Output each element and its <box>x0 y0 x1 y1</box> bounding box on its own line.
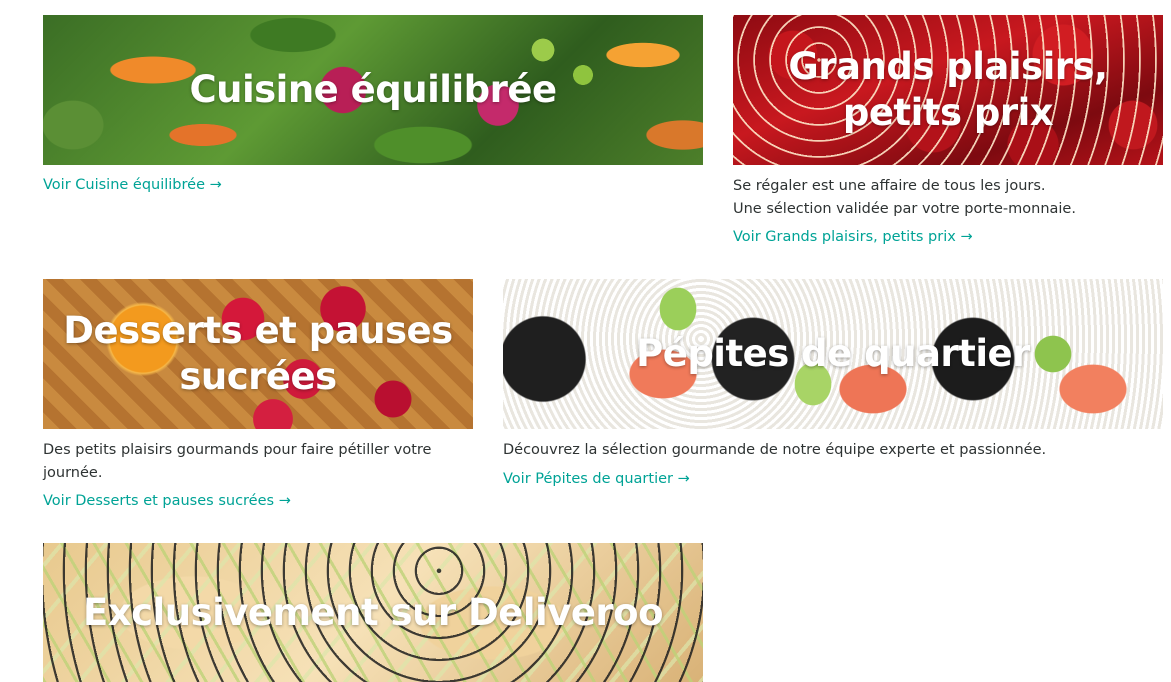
collection-card-cuisine-equilibree: Cuisine équilibrée Voir Cuisine équilibr… <box>43 15 703 195</box>
collection-banner-image[interactable]: Exclusivement sur Deliveroo <box>43 543 703 682</box>
collection-title: Desserts et pauses sucrées <box>63 309 453 398</box>
view-collection-link[interactable]: Voir Desserts et pauses sucrées → <box>43 491 473 511</box>
view-collection-link[interactable]: Voir Pépites de quartier → <box>503 469 1163 489</box>
collection-banner-image[interactable]: Desserts et pauses sucrées <box>43 279 473 429</box>
collection-title: Exclusivement sur Deliveroo <box>82 590 664 634</box>
collection-title: Cuisine équilibrée <box>189 68 557 111</box>
collection-description: Des petits plaisirs gourmands pour faire… <box>43 442 432 481</box>
collection-card-exclusivement-sur-deliveroo: Exclusivement sur Deliveroo <box>43 543 703 682</box>
view-collection-link[interactable]: Voir Cuisine équilibrée → <box>43 175 703 195</box>
view-collection-link[interactable]: Voir Grands plaisirs, petits prix → <box>733 227 1163 247</box>
collection-title: Pépites de quartier <box>636 332 1030 375</box>
collection-card-grands-plaisirs: Grands plaisirs, petits prix Se régaler … <box>733 15 1163 247</box>
collection-banner-image[interactable]: Pépites de quartier <box>503 279 1163 429</box>
collection-card-pepites-de-quartier: Pépites de quartier Découvrez la sélecti… <box>503 279 1163 489</box>
collection-title: Grands plaisirs, petits prix <box>788 45 1108 134</box>
collection-description: Découvrez la sélection gourmande de notr… <box>503 442 1047 458</box>
collection-card-desserts: Desserts et pauses sucrées Des petits pl… <box>43 279 473 511</box>
collection-description: Se régaler est une affaire de tous les j… <box>733 178 1076 217</box>
collection-banner-image[interactable]: Grands plaisirs, petits prix <box>733 15 1163 165</box>
collection-banner-image[interactable]: Cuisine équilibrée <box>43 15 703 165</box>
